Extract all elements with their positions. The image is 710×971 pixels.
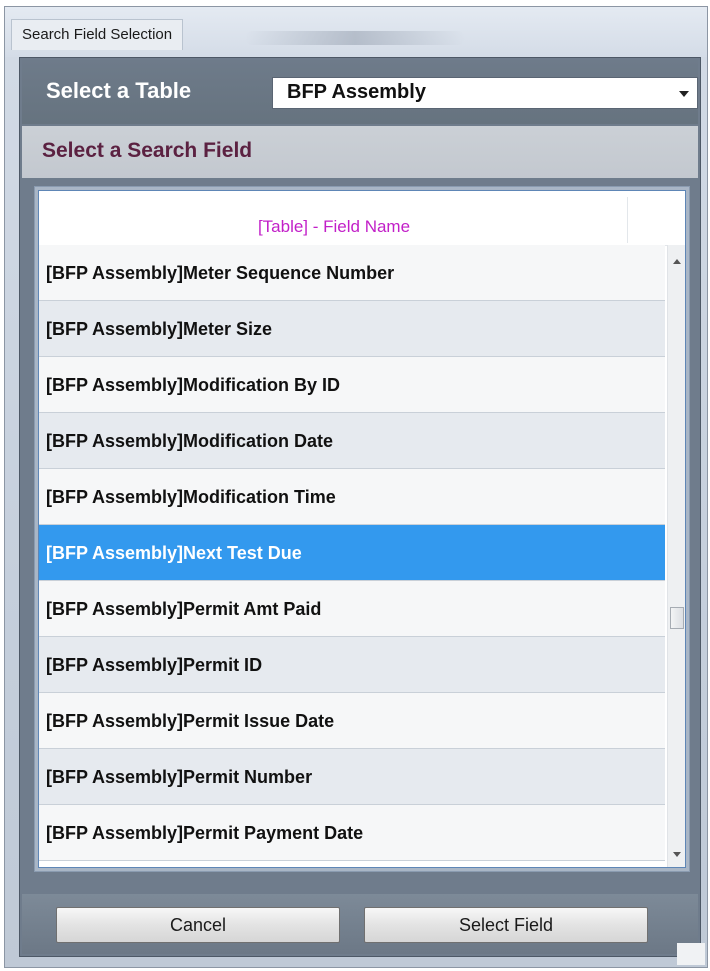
list-item[interactable]: [BFP Assembly]Modification By ID [39, 357, 665, 413]
button-bar: Cancel Select Field [22, 894, 698, 954]
title-bar[interactable]: Search Field Selection [5, 7, 707, 57]
scroll-down-arrow-icon[interactable] [673, 852, 681, 857]
cancel-button[interactable]: Cancel [56, 907, 340, 943]
list-item[interactable]: [BFP Assembly]Modification Time [39, 469, 665, 525]
list-item[interactable]: [BFP Assembly]Permit Payment Date [39, 805, 665, 861]
list-item[interactable]: [BFP Assembly]Permit Amt Paid [39, 581, 665, 637]
search-field-selection-window: Search Field Selection Select a Table BF… [4, 6, 708, 968]
window-title: Search Field Selection [11, 19, 184, 50]
list-item-selected[interactable]: [BFP Assembly]Next Test Due [39, 525, 665, 581]
search-field-header: Select a Search Field [22, 126, 698, 178]
field-rows: [BFP Assembly]Meter Sequence Number [BFP … [39, 245, 665, 861]
resize-grip[interactable] [677, 943, 705, 965]
list-item[interactable]: [BFP Assembly]Permit ID [39, 637, 665, 693]
list-item[interactable]: [BFP Assembly]Modification Date [39, 413, 665, 469]
list-item[interactable]: [BFP Assembly]Permit Issue Date [39, 693, 665, 749]
scrollbar-thumb[interactable] [670, 607, 684, 629]
title-bar-decoration [245, 31, 465, 45]
chevron-down-icon[interactable] [679, 91, 689, 97]
scroll-up-arrow-icon[interactable] [673, 259, 681, 264]
table-selector-bar: Select a Table BFP Assembly [22, 60, 698, 124]
column-header-field-name: [Table] - Field Name [257, 217, 411, 236]
select-table-label: Select a Table [46, 78, 192, 103]
list-item[interactable]: [BFP Assembly]Permit Number [39, 749, 665, 805]
select-search-field-label: Select a Search Field [42, 139, 253, 162]
vertical-scrollbar[interactable] [667, 245, 685, 867]
list-item[interactable]: [BFP Assembly]Meter Size [39, 301, 665, 357]
select-field-button[interactable]: Select Field [364, 907, 648, 943]
field-list: [Table] - Field Name [BFP Assembly]Meter… [38, 190, 686, 868]
list-column-header[interactable]: [Table] - Field Name [39, 191, 685, 246]
table-dropdown-value: BFP Assembly [287, 81, 426, 103]
list-item[interactable]: [BFP Assembly]Meter Sequence Number [39, 245, 665, 301]
dialog-frame: Select a Table BFP Assembly Select a Sea… [19, 57, 701, 957]
field-list-container: [Table] - Field Name [BFP Assembly]Meter… [34, 186, 690, 872]
table-dropdown[interactable]: BFP Assembly [272, 77, 698, 109]
column-divider [627, 197, 628, 243]
